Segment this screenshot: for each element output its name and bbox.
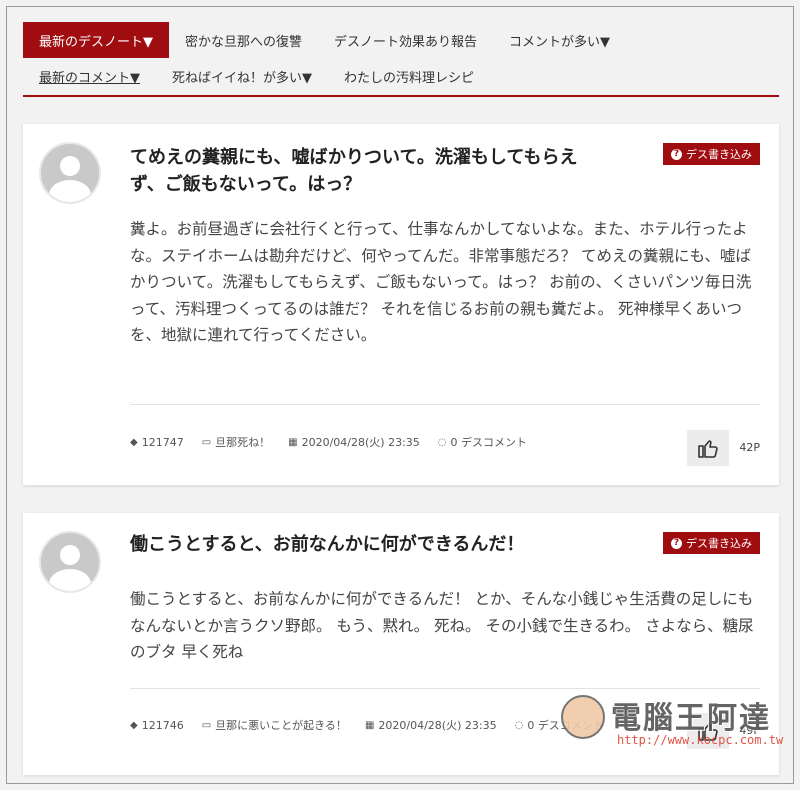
watermark-url: http://www.kocpc.com.tw: [617, 733, 784, 747]
post-meta: ◆ 121746 ▭ 旦那に悪いことが起きる！ ▦ 2020/04/28(火) 23:…: [130, 717, 604, 733]
post-title[interactable]: 働こうとすると、お前なんかに何ができるんだ！: [130, 531, 690, 558]
nav-latest-comments-label: 最新のコメント▼: [39, 70, 140, 86]
post-id: ◆ 121747: [130, 435, 184, 449]
post-type-badge: ? デス書き込み: [663, 143, 760, 165]
post-card: てめえの糞親にも、嘘ばかりついて。洗濯もしてもらえず、ご飯もないって。はっ？ ?…: [23, 124, 779, 485]
comments-icon: ◌: [437, 436, 447, 448]
post-body: 働こうとすると、お前なんかに何ができるんだ！ とか、そんな小銭じゃ生活費の足しに…: [130, 590, 754, 661]
post-date: ▦ 2020/04/28(火) 23:35: [288, 436, 420, 449]
points-count: 42P: [739, 441, 760, 454]
post-category[interactable]: ▭ 旦那死ね！: [202, 434, 270, 450]
watermark: 電腦王阿達 http://www.kocpc.com.tw: [555, 691, 791, 755]
post-category[interactable]: ▭ 旦那に悪いことが起きる！: [202, 717, 347, 733]
nav-row-2: 最新のコメント▼ 死ねばイイね！が多い▼ わたしの汚料理レシピ: [23, 58, 779, 94]
mascot-icon: [561, 695, 605, 739]
post-body: 糞よ。お前昼過ぎに会社行くと行って、仕事なんかしてないよな。また、ホテル行ったよ…: [130, 220, 752, 344]
tag-icon: ◆: [130, 436, 138, 448]
calendar-icon: ▦: [288, 436, 298, 448]
question-icon: ?: [671, 537, 682, 549]
question-icon: ?: [671, 148, 682, 160]
post-comments[interactable]: ◌0 デスコメント: [438, 434, 527, 450]
calendar-icon: ▦: [364, 719, 375, 731]
nav-effect-report[interactable]: デスノート効果あり報告: [318, 22, 493, 58]
post-date: ▦ 2020/04/28(火) 23:35: [364, 719, 497, 732]
watermark-brand: 電腦王阿達: [611, 701, 771, 736]
post-id: ◆ 121746: [130, 718, 184, 732]
divider: [130, 404, 760, 405]
nav-latest-comments[interactable]: 最新のコメント▼: [23, 58, 156, 94]
badge-label: デス書き込み: [686, 537, 752, 550]
thumbs-up-icon: [698, 440, 718, 458]
folder-icon: ▭: [201, 436, 212, 448]
nav-latest-deathnote[interactable]: 最新のデスノート▼: [23, 22, 169, 58]
post-meta: ◆ 121747 ▭ 旦那死ね！ ▦ 2020/04/28(火) 23:35 ◌ 0 デ…: [130, 434, 527, 450]
avatar: [39, 531, 101, 593]
nav-most-comments[interactable]: コメントが多い▼: [493, 22, 626, 58]
page-frame: 最新のデスノート▼ 密かな旦那への復讐 デスノート効果あり報告 コメントが多い▼…: [6, 6, 794, 784]
badge-label: デス書き込み: [686, 148, 752, 161]
nav-row-1: 最新のデスノート▼ 密かな旦那への復讐 デスノート効果あり報告 コメントが多い▼: [23, 22, 779, 58]
nav-divider: [23, 95, 779, 97]
nav-most-likes[interactable]: 死ねばイイね！が多い▼: [156, 58, 328, 94]
folder-icon: ▭: [201, 719, 212, 731]
like-button[interactable]: [687, 430, 729, 466]
avatar: [39, 142, 101, 204]
tag-icon: ◆: [130, 719, 138, 731]
post-title[interactable]: てめえの糞親にも、嘘ばかりついて。洗濯もしてもらえず、ご飯もないって。はっ？: [130, 144, 610, 198]
post-type-badge: ? デス書き込み: [663, 532, 760, 554]
divider: [130, 688, 760, 689]
nav-bad-recipes[interactable]: わたしの汚料理レシピ: [328, 58, 490, 94]
nav-secret-revenge[interactable]: 密かな旦那への復讐: [169, 22, 318, 58]
main-nav: 最新のデスノート▼ 密かな旦那への復讐 デスノート効果あり報告 コメントが多い▼…: [23, 22, 779, 98]
comments-icon: ◌: [514, 719, 524, 731]
